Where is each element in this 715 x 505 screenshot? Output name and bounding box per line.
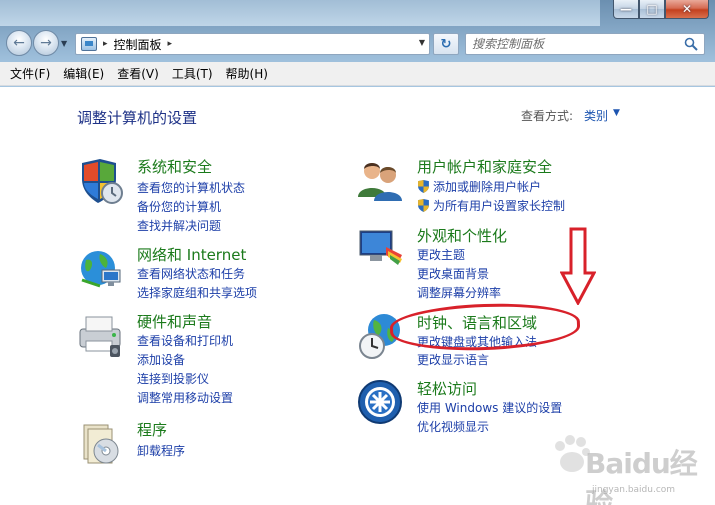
- window-frame: — □ ✕ ← → ▼ ▸ 控制面板 ▸ ▼ ↻ 搜索控制面板 文件(F) 编辑…: [0, 0, 715, 505]
- category-link[interactable]: 卸载程序: [137, 442, 185, 459]
- network-internet-icon[interactable]: [76, 244, 124, 292]
- refresh-button[interactable]: ↻: [433, 33, 459, 55]
- category-link[interactable]: 更改桌面背景: [417, 265, 489, 282]
- category-link[interactable]: 添加设备: [137, 351, 185, 368]
- uac-shield-icon: [418, 180, 429, 193]
- title-bar: [0, 0, 600, 26]
- highlight-oval: [389, 300, 581, 354]
- close-icon: ✕: [681, 2, 693, 16]
- caption-buttons: — □ ✕: [613, 0, 709, 20]
- ease-of-access-icon[interactable]: [356, 378, 404, 426]
- view-by-dropdown[interactable]: 类别: [584, 107, 608, 124]
- uac-shield-icon: [418, 199, 429, 212]
- category-title[interactable]: 系统和安全: [137, 156, 212, 177]
- category-link[interactable]: 查看设备和打印机: [137, 332, 233, 349]
- control-panel-content: 调整计算机的设置 查看方式: 类别 ▼ 系统和安全 查看您的计算机状态 备份您的…: [0, 87, 715, 505]
- category-link[interactable]: 优化视频显示: [417, 418, 489, 435]
- chevron-down-icon[interactable]: ▼: [613, 108, 620, 118]
- programs-icon[interactable]: [76, 419, 124, 467]
- appearance-icon[interactable]: [356, 225, 404, 273]
- menu-bar: 文件(F) 编辑(E) 查看(V) 工具(T) 帮助(H): [0, 62, 715, 86]
- close-button[interactable]: ✕: [665, 0, 709, 19]
- maximize-button[interactable]: □: [639, 0, 665, 19]
- control-panel-icon: [81, 37, 97, 51]
- forward-button[interactable]: →: [33, 30, 59, 56]
- category-link[interactable]: 更改主题: [417, 246, 465, 263]
- search-input[interactable]: [472, 34, 682, 54]
- recent-pages-dropdown[interactable]: ▼: [61, 39, 67, 48]
- back-button[interactable]: ←: [6, 30, 32, 56]
- category-title[interactable]: 程序: [137, 419, 167, 440]
- back-arrow-icon: ←: [13, 35, 25, 51]
- category-link[interactable]: 备份您的计算机: [137, 198, 221, 215]
- category-link[interactable]: 为所有用户设置家长控制: [433, 197, 565, 214]
- forward-arrow-icon: →: [40, 35, 52, 51]
- refresh-icon: ↻: [440, 36, 452, 52]
- watermark-url: jingyan.baidu.com: [592, 485, 676, 495]
- menu-tools[interactable]: 工具(T): [172, 65, 213, 82]
- category-link[interactable]: 查找并解决问题: [137, 217, 221, 234]
- category-link[interactable]: 添加或删除用户帐户: [433, 178, 541, 195]
- category-title[interactable]: 外观和个性化: [417, 225, 507, 246]
- address-dropdown-icon[interactable]: ▼: [419, 38, 425, 47]
- category-link[interactable]: 查看您的计算机状态: [137, 179, 245, 196]
- down-arrow-icon: [560, 227, 596, 305]
- breadcrumb-control-panel[interactable]: 控制面板: [114, 36, 162, 53]
- category-link[interactable]: 使用 Windows 建议的设置: [417, 399, 562, 416]
- navigation-bar: ← → ▼ ▸ 控制面板 ▸ ▼ ↻: [0, 30, 715, 60]
- search-box[interactable]: [465, 33, 705, 55]
- breadcrumb-separator[interactable]: ▸: [103, 39, 108, 49]
- menu-help[interactable]: 帮助(H): [226, 65, 268, 82]
- minimize-icon: —: [620, 2, 632, 16]
- category-link[interactable]: 查看网络状态和任务: [137, 265, 245, 282]
- parental-controls-link[interactable]: 为所有用户设置家长控制: [417, 197, 565, 214]
- category-title[interactable]: 网络和 Internet: [137, 244, 246, 265]
- search-icon[interactable]: [684, 37, 698, 51]
- page-title: 调整计算机的设置: [77, 109, 198, 127]
- hardware-sound-icon[interactable]: [76, 311, 124, 359]
- breadcrumb-separator[interactable]: ▸: [168, 39, 173, 49]
- category-link[interactable]: 调整常用移动设置: [137, 389, 233, 406]
- category-link[interactable]: 调整屏幕分辨率: [417, 284, 501, 301]
- menu-view[interactable]: 查看(V): [117, 65, 159, 82]
- system-security-icon[interactable]: [76, 157, 124, 205]
- category-title[interactable]: 轻松访问: [417, 378, 477, 399]
- user-accounts-icon[interactable]: [356, 157, 404, 205]
- add-remove-user-link[interactable]: 添加或删除用户帐户: [417, 178, 541, 195]
- view-by-label: 查看方式:: [521, 109, 574, 123]
- category-link[interactable]: 选择家庭组和共享选项: [137, 284, 257, 301]
- watermark-brand: Baidu经验: [585, 447, 698, 505]
- maximize-icon: □: [646, 2, 658, 16]
- minimize-button[interactable]: —: [613, 0, 639, 19]
- menu-file[interactable]: 文件(F): [10, 65, 50, 82]
- category-title[interactable]: 用户帐户和家庭安全: [417, 156, 552, 177]
- menu-edit[interactable]: 编辑(E): [63, 65, 104, 82]
- address-bar[interactable]: ▸ 控制面板 ▸ ▼: [75, 33, 430, 55]
- category-link[interactable]: 更改显示语言: [417, 351, 489, 368]
- category-link[interactable]: 连接到投影仪: [137, 370, 209, 387]
- category-title[interactable]: 硬件和声音: [137, 311, 212, 332]
